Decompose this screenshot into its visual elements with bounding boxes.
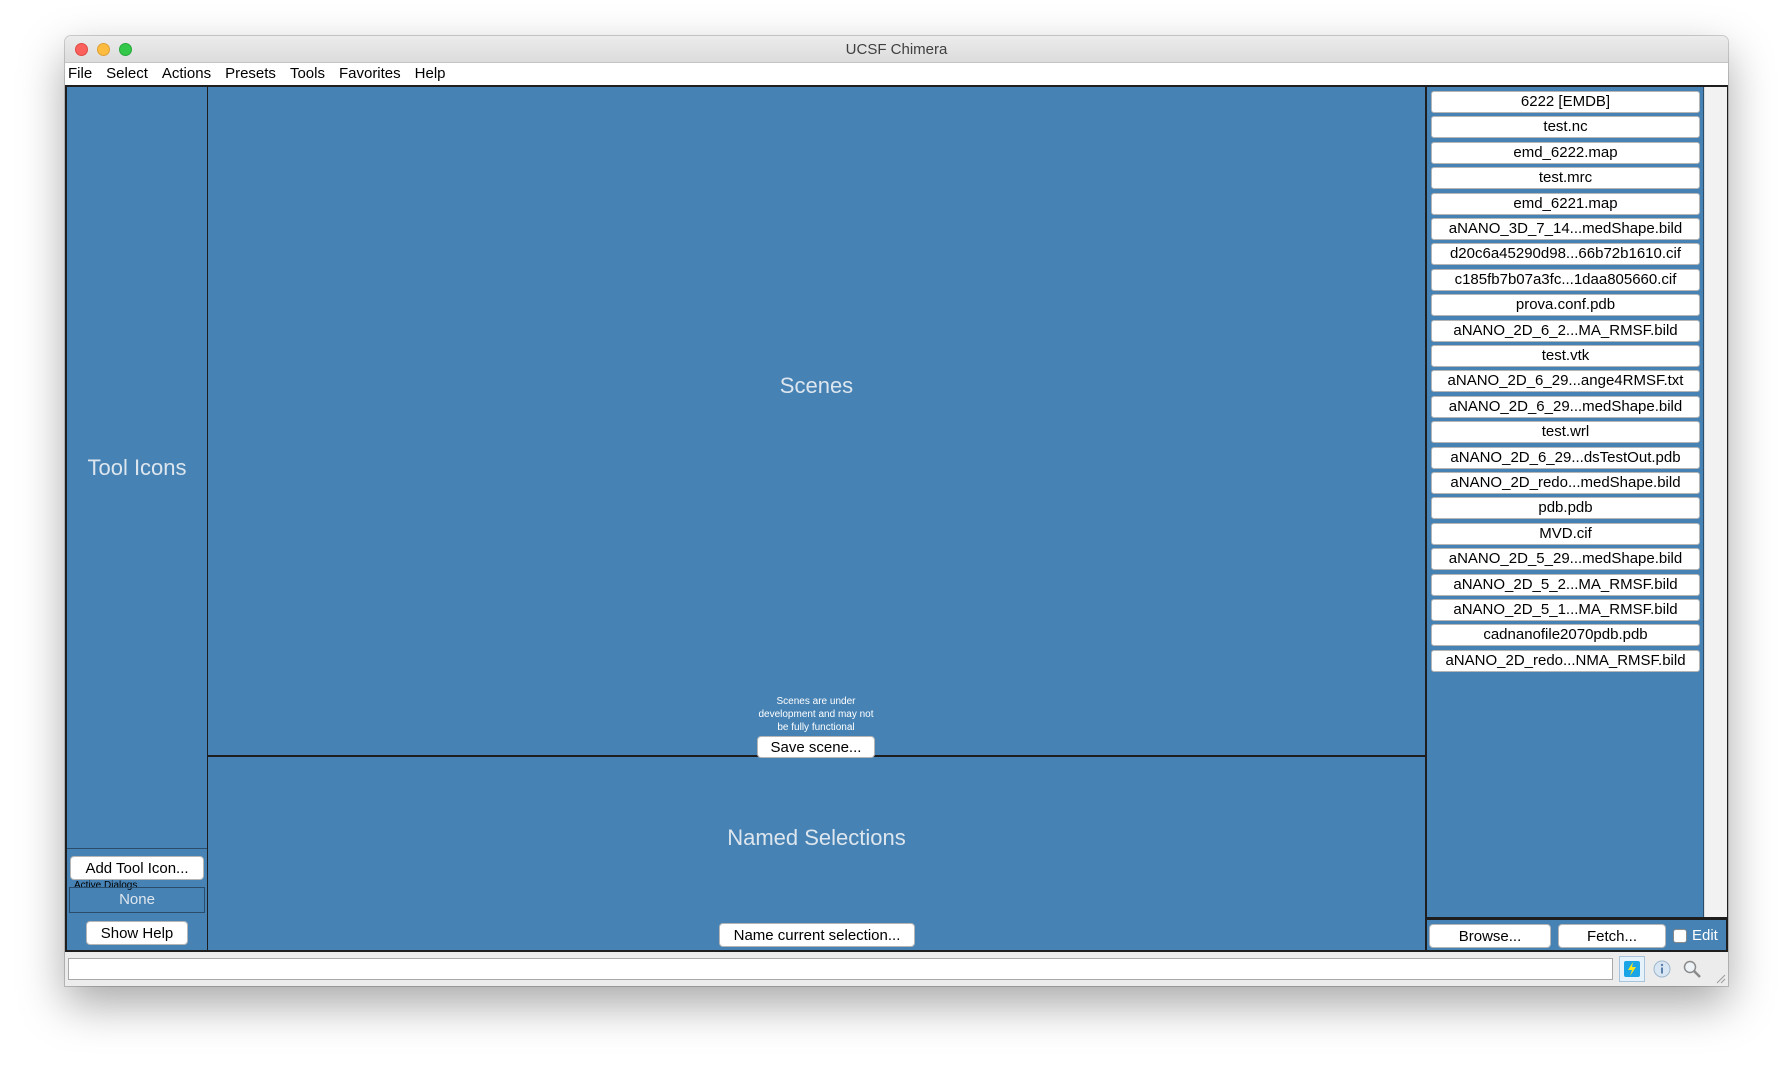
- file-item[interactable]: d20c6a45290d98...66b72b1610.cif: [1431, 243, 1700, 266]
- name-current-selection-button[interactable]: Name current selection...: [719, 923, 915, 947]
- file-history-controls: Browse... Fetch... Edit: [1427, 920, 1726, 950]
- file-history-list: 6222 [EMDB] test.nc emd_6222.map test.mr…: [1427, 87, 1704, 917]
- browse-button[interactable]: Browse...: [1429, 924, 1551, 948]
- window-title: UCSF Chimera: [845, 41, 948, 58]
- file-item[interactable]: aNANO_2D_5_1...MA_RMSF.bild: [1431, 599, 1700, 621]
- file-history-panel: 6222 [EMDB] test.nc emd_6222.map test.mr…: [1426, 87, 1727, 950]
- status-bar: [65, 952, 1728, 986]
- file-item[interactable]: aNANO_2D_redo...NMA_RMSF.bild: [1431, 649, 1700, 672]
- file-item[interactable]: aNANO_2D_6_2...MA_RMSF.bild: [1431, 319, 1700, 342]
- file-item[interactable]: emd_6221.map: [1431, 192, 1700, 215]
- menu-file[interactable]: File: [65, 63, 99, 85]
- command-line-input[interactable]: [68, 958, 1613, 980]
- menu-bar: File Select Actions Presets Tools Favori…: [65, 63, 1728, 85]
- file-item[interactable]: test.wrl: [1431, 421, 1700, 444]
- menu-help[interactable]: Help: [408, 63, 453, 85]
- scenes-label: Scenes: [779, 373, 854, 398]
- menu-select[interactable]: Select: [99, 63, 155, 85]
- file-item[interactable]: aNANO_3D_7_14...medShape.bild: [1431, 218, 1700, 240]
- save-scene-button[interactable]: Save scene...: [757, 736, 875, 758]
- menu-actions[interactable]: Actions: [155, 63, 218, 85]
- add-tool-icon-button[interactable]: Add Tool Icon...: [70, 856, 204, 880]
- file-item[interactable]: aNANO_2D_5_29...medShape.bild: [1431, 548, 1700, 571]
- title-bar: UCSF Chimera: [65, 36, 1728, 63]
- tool-icons-label: Tool Icons: [87, 454, 187, 480]
- file-item[interactable]: pdb.pdb: [1431, 497, 1700, 520]
- file-list-scrollbar[interactable]: [1704, 87, 1727, 917]
- file-item[interactable]: aNANO_2D_5_2...MA_RMSF.bild: [1431, 573, 1700, 596]
- named-selections-area: Named Selections Name current selection.…: [208, 757, 1425, 950]
- named-selections-label: Named Selections: [727, 825, 906, 850]
- lightning-icon[interactable]: [1619, 956, 1645, 982]
- scenes-area: Scenes Scenes are under development and …: [208, 87, 1425, 758]
- file-item[interactable]: 6222 [EMDB]: [1431, 91, 1700, 113]
- tool-icons-panel: Tool Icons Add Tool Icon... Active Dialo…: [67, 87, 207, 950]
- file-item[interactable]: emd_6222.map: [1431, 141, 1700, 164]
- menu-favorites[interactable]: Favorites: [332, 63, 408, 85]
- file-item[interactable]: prova.conf.pdb: [1431, 294, 1700, 317]
- magnifier-icon[interactable]: [1679, 956, 1705, 982]
- file-item[interactable]: test.vtk: [1431, 345, 1700, 367]
- resize-grip-icon[interactable]: [1714, 972, 1726, 984]
- menu-presets[interactable]: Presets: [218, 63, 283, 85]
- menu-tools[interactable]: Tools: [283, 63, 332, 85]
- file-item[interactable]: aNANO_2D_redo...medShape.bild: [1431, 472, 1700, 494]
- scenes-dev-note: Scenes are under development and may not…: [758, 696, 874, 733]
- chimera-window: UCSF Chimera File Select Actions Presets…: [65, 36, 1728, 986]
- active-dialogs-list[interactable]: None: [69, 887, 205, 913]
- file-item[interactable]: c185fb7b07a3fc...1daa805660.cif: [1431, 268, 1700, 291]
- file-item[interactable]: test.mrc: [1431, 167, 1700, 190]
- center-panel: Scenes Scenes are under development and …: [208, 87, 1425, 950]
- edit-label: Edit: [1692, 927, 1718, 944]
- tool-icons-area: Tool Icons: [67, 87, 207, 849]
- edit-checkbox[interactable]: [1673, 929, 1687, 943]
- file-item[interactable]: aNANO_2D_6_29...medShape.bild: [1431, 395, 1700, 418]
- file-item[interactable]: test.nc: [1431, 116, 1700, 139]
- main-area: Tool Icons Add Tool Icon... Active Dialo…: [65, 85, 1728, 952]
- file-item[interactable]: MVD.cif: [1431, 522, 1700, 545]
- file-item[interactable]: aNANO_2D_6_29...dsTestOut.pdb: [1431, 446, 1700, 469]
- fetch-button[interactable]: Fetch...: [1558, 924, 1666, 948]
- show-help-button[interactable]: Show Help: [86, 921, 188, 945]
- info-icon[interactable]: [1649, 956, 1675, 982]
- file-item[interactable]: aNANO_2D_6_29...ange4RMSF.txt: [1431, 370, 1700, 393]
- file-item[interactable]: cadnanofile2070pdb.pdb: [1431, 624, 1700, 647]
